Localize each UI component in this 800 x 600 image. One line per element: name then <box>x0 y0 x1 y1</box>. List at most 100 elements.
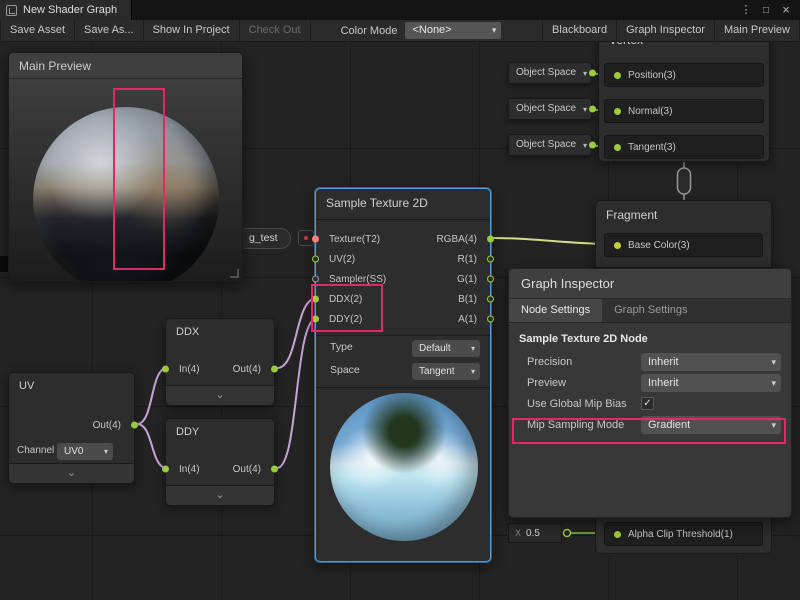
b-port-dot[interactable] <box>487 296 494 303</box>
check-out-button: Check Out <box>240 20 311 42</box>
sampler-port-dot[interactable] <box>312 276 319 283</box>
texture-in-port[interactable]: Texture(T2) <box>316 229 380 249</box>
main-preview-toggle-button[interactable]: Main Preview <box>715 20 800 42</box>
vertex-fragment-link-icon[interactable] <box>678 168 691 194</box>
ddx-input-port[interactable]: DDX(2) <box>316 289 362 309</box>
ddy-out-port[interactable]: Out(4) <box>233 459 274 479</box>
uv-node[interactable]: UV Out(4) Channel UV0 <box>8 372 135 484</box>
precision-dropdown[interactable]: Inherit <box>641 353 781 371</box>
uv-in-port[interactable]: UV(2) <box>316 249 355 269</box>
ddx-in-port-dot[interactable] <box>162 366 169 373</box>
graph-canvas[interactable]: Main Preview g_test Vertex Position(3) N… <box>0 42 800 600</box>
texture-port-dot[interactable] <box>312 236 319 243</box>
sampler-in-port[interactable]: Sampler(SS) <box>316 269 386 289</box>
shader-graph-icon <box>6 5 17 16</box>
blackboard-toggle-button[interactable]: Blackboard <box>542 20 617 42</box>
fragment-node-bottom[interactable]: Alpha Clip Threshold(1) <box>595 516 772 554</box>
window-tab[interactable]: New Shader Graph <box>0 0 132 20</box>
object-space-out-dot[interactable] <box>589 70 596 77</box>
a-out-port[interactable]: A(1) <box>458 309 490 329</box>
color-mode-dropdown[interactable]: <None> <box>405 22 501 39</box>
show-in-project-button[interactable]: Show In Project <box>144 20 240 42</box>
save-as-button[interactable]: Save As... <box>75 20 144 42</box>
uv-collapse-button[interactable] <box>9 463 134 483</box>
uv-channel-dropdown[interactable]: UV0 <box>57 443 113 460</box>
r-out-port[interactable]: R(1) <box>458 249 490 269</box>
uv-port-dot[interactable] <box>312 256 319 263</box>
uv-node-title: UV <box>9 373 134 397</box>
graph-inspector-header[interactable]: Graph Inspector <box>509 269 791 299</box>
ddy-in-port[interactable]: In(4) <box>166 459 200 479</box>
axis-label: X <box>515 528 521 538</box>
ddy-input-port-dot[interactable] <box>312 316 319 323</box>
tangent-port-dot[interactable] <box>614 144 621 151</box>
preview-dropdown[interactable]: Inherit <box>641 374 781 392</box>
base-color-port-dot[interactable] <box>614 242 621 249</box>
resize-handle-icon[interactable] <box>230 269 239 278</box>
object-space-dropdown-tangent[interactable]: Object Space <box>508 134 592 156</box>
wire-ddx-to-sample[interactable] <box>277 298 317 368</box>
rgba-port-dot[interactable] <box>487 236 494 243</box>
wire-uv-to-ddy[interactable] <box>137 424 167 468</box>
space-dropdown[interactable]: Tangent <box>412 363 480 380</box>
ddx-out-port-dot[interactable] <box>271 366 278 373</box>
main-preview-viewport[interactable] <box>9 79 242 281</box>
ddy-in-port-dot[interactable] <box>162 466 169 473</box>
ddx-in-port[interactable]: In(4) <box>166 359 200 379</box>
alpha-clip-value-field[interactable]: X 0.5 <box>508 523 562 543</box>
normal-port-dot[interactable] <box>614 108 621 115</box>
ddy-input-port[interactable]: DDY(2) <box>316 309 362 329</box>
b-out-port[interactable]: B(1) <box>458 289 490 309</box>
property-node-g-test[interactable]: g_test <box>236 228 291 249</box>
precision-label: Precision <box>527 356 641 368</box>
titlebar: New Shader Graph <box>0 0 800 20</box>
ddx-out-port[interactable]: Out(4) <box>233 359 274 379</box>
fragment-node[interactable]: Fragment Base Color(3) <box>595 200 772 268</box>
object-space-dropdown-position[interactable]: Object Space <box>508 62 592 84</box>
main-preview-header[interactable]: Main Preview <box>9 53 242 79</box>
graph-inspector-toggle-button[interactable]: Graph Inspector <box>617 20 715 42</box>
window-title: New Shader Graph <box>23 4 117 16</box>
g-port-dot[interactable] <box>487 276 494 283</box>
alpha-clip-threshold-block[interactable]: Alpha Clip Threshold(1) <box>604 522 763 546</box>
mip-sampling-mode-dropdown[interactable]: Gradient <box>641 416 781 434</box>
alpha-clip-value-port-dot[interactable] <box>564 530 571 537</box>
tab-graph-settings[interactable]: Graph Settings <box>602 299 699 322</box>
object-space-out-dot[interactable] <box>589 142 596 149</box>
object-space-dropdown-normal[interactable]: Object Space <box>508 98 592 120</box>
type-dropdown[interactable]: Default <box>412 340 480 357</box>
color-mode-label: Color Mode <box>311 25 406 37</box>
position-block[interactable]: Position(3) <box>604 63 764 87</box>
position-port-dot[interactable] <box>614 72 621 79</box>
close-icon[interactable] <box>778 2 794 18</box>
ddx-input-port-dot[interactable] <box>312 296 319 303</box>
uv-out-port[interactable]: Out(4) <box>93 415 134 435</box>
fragment-node-title: Fragment <box>596 201 771 227</box>
normal-block[interactable]: Normal(3) <box>604 99 764 123</box>
tangent-block[interactable]: Tangent(3) <box>604 135 764 159</box>
ddy-out-port-dot[interactable] <box>271 466 278 473</box>
use-global-mip-bias-checkbox[interactable]: ✓ <box>641 397 654 410</box>
maximize-icon[interactable] <box>758 2 774 18</box>
a-port-dot[interactable] <box>487 316 494 323</box>
use-global-mip-bias-label: Use Global Mip Bias <box>527 398 641 410</box>
wire-uv-to-ddx[interactable] <box>137 368 167 424</box>
alpha-clip-port-dot[interactable] <box>614 531 621 538</box>
r-port-dot[interactable] <box>487 256 494 263</box>
uv-out-port-dot[interactable] <box>131 422 138 429</box>
vertex-node[interactable]: Vertex Position(3) Normal(3) Tangent(3) <box>598 42 770 162</box>
g-out-port[interactable]: G(1) <box>457 269 490 289</box>
object-space-out-dot[interactable] <box>589 106 596 113</box>
rgba-out-port[interactable]: RGBA(4) <box>436 229 490 249</box>
inspector-tabs: Node Settings Graph Settings <box>509 299 791 323</box>
ddy-node[interactable]: DDY In(4) Out(4) <box>165 418 275 506</box>
sample-texture-2d-node[interactable]: Sample Texture 2D Texture(T2) UV(2) Samp… <box>315 188 491 562</box>
ddx-collapse-button[interactable] <box>166 385 274 405</box>
save-asset-button[interactable]: Save Asset <box>0 20 75 42</box>
wire-ddy-to-sample[interactable] <box>277 318 317 468</box>
kebab-menu-icon[interactable] <box>738 2 754 18</box>
ddy-collapse-button[interactable] <box>166 485 274 505</box>
ddx-node[interactable]: DDX In(4) Out(4) <box>165 318 275 406</box>
base-color-block[interactable]: Base Color(3) <box>604 233 763 257</box>
tab-node-settings[interactable]: Node Settings <box>509 299 602 322</box>
